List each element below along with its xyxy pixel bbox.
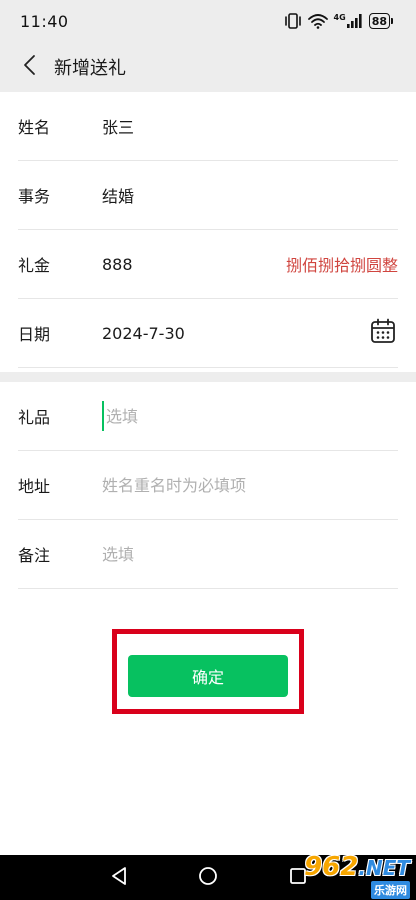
address-input[interactable] bbox=[102, 470, 398, 500]
confirm-button[interactable]: 确定 bbox=[128, 655, 288, 697]
calendar-icon bbox=[370, 318, 396, 348]
amount-value[interactable]: 888 bbox=[102, 255, 286, 274]
nav-home-button[interactable] bbox=[186, 855, 230, 900]
date-value[interactable]: 2024-7-30 bbox=[102, 324, 368, 343]
event-label: 事务 bbox=[18, 187, 51, 206]
screen: 11:40 4G 88 新增送礼 姓名 张三 事务 结婚 礼金 888 捌佰捌拾… bbox=[0, 0, 416, 900]
gift-row[interactable]: 礼品 bbox=[18, 382, 398, 451]
remark-label: 备注 bbox=[18, 546, 51, 565]
remark-input[interactable] bbox=[102, 539, 398, 569]
amount-in-words: 捌佰捌拾捌圆整 bbox=[285, 256, 398, 275]
extra-info-group: 礼品 地址 备注 bbox=[0, 382, 416, 589]
navigation-bar bbox=[0, 855, 416, 900]
event-value[interactable]: 结婚 bbox=[102, 183, 398, 207]
name-label: 姓名 bbox=[18, 118, 51, 137]
section-divider bbox=[0, 372, 416, 382]
status-time: 11:40 bbox=[20, 11, 69, 31]
header: 新增送礼 bbox=[0, 42, 416, 92]
network-type-label: 4G bbox=[333, 13, 346, 22]
battery-indicator: 88 bbox=[368, 13, 394, 29]
status-bar: 11:40 4G 88 bbox=[0, 0, 416, 42]
gift-input[interactable] bbox=[102, 401, 398, 431]
status-icons: 4G 88 bbox=[284, 13, 394, 29]
gift-label: 礼品 bbox=[18, 408, 51, 427]
square-recent-icon bbox=[289, 867, 307, 889]
name-value[interactable]: 张三 bbox=[102, 114, 398, 138]
nav-recent-button[interactable] bbox=[276, 855, 320, 900]
amount-label: 礼金 bbox=[18, 256, 51, 275]
remark-row[interactable]: 备注 bbox=[18, 520, 398, 589]
chevron-left-icon bbox=[22, 54, 36, 80]
event-row[interactable]: 事务 结婚 bbox=[18, 161, 398, 230]
vibrate-icon bbox=[284, 13, 302, 29]
wifi-icon bbox=[307, 13, 328, 29]
page-title: 新增送礼 bbox=[54, 58, 126, 79]
address-row[interactable]: 地址 bbox=[18, 451, 398, 520]
signal-icon: 4G bbox=[334, 14, 363, 28]
date-label: 日期 bbox=[18, 325, 51, 344]
nav-back-button[interactable] bbox=[97, 855, 141, 900]
amount-row[interactable]: 礼金 888 捌佰捌拾捌圆整 bbox=[18, 230, 398, 299]
address-label: 地址 bbox=[18, 477, 51, 496]
triangle-back-icon bbox=[110, 866, 128, 890]
basic-info-group: 姓名 张三 事务 结婚 礼金 888 捌佰捌拾捌圆整 日期 2024-7-30 bbox=[0, 92, 416, 368]
circle-home-icon bbox=[198, 866, 218, 890]
back-button[interactable] bbox=[4, 42, 54, 92]
date-row[interactable]: 日期 2024-7-30 bbox=[18, 299, 398, 368]
calendar-button[interactable] bbox=[368, 318, 398, 348]
name-row[interactable]: 姓名 张三 bbox=[18, 92, 398, 161]
